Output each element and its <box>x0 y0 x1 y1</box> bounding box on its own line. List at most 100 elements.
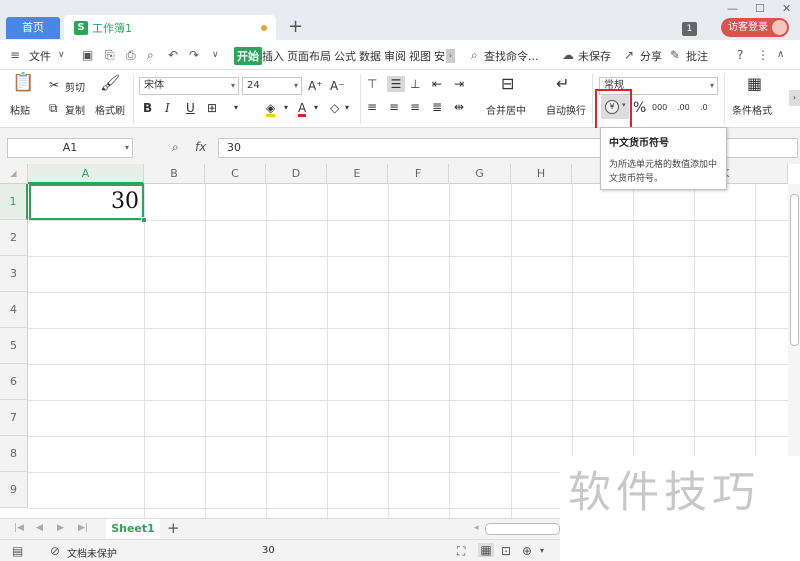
merge-center-button[interactable]: 合并居中 <box>486 102 526 117</box>
tab-data[interactable]: 数据 <box>359 48 381 64</box>
distribute-icon[interactable]: ⇹ <box>454 99 464 115</box>
align-top-icon[interactable]: ⊤ <box>367 76 377 92</box>
unsaved-status[interactable]: 未保存 <box>578 48 611 64</box>
chevron-down-icon[interactable]: ▾ <box>345 100 349 116</box>
paste-icon[interactable]: 📋 <box>12 74 34 97</box>
chevron-down-icon[interactable]: ▾ <box>314 100 318 116</box>
maximize-icon[interactable]: ☐ <box>755 2 765 15</box>
chevron-down-icon[interactable]: ∨ <box>58 48 65 62</box>
chevron-down-icon[interactable]: ▾ <box>234 100 238 116</box>
tab-page-layout[interactable]: 页面布局 <box>287 48 331 64</box>
conditional-format-button[interactable]: 条件格式 <box>732 102 772 117</box>
select-all-corner[interactable]: ◢ <box>0 164 28 184</box>
align-right-icon[interactable]: ≡ <box>410 99 420 115</box>
help-icon[interactable]: ? <box>737 48 743 62</box>
hamburger-menu-icon[interactable]: ≡ <box>10 48 20 62</box>
merge-center-icon[interactable]: ⊟ <box>501 76 514 92</box>
last-sheet-icon[interactable]: ▶| <box>78 523 88 533</box>
tab-review[interactable]: 审阅 <box>384 48 406 64</box>
name-box[interactable]: A1 ▾ <box>7 138 133 158</box>
wrap-text-button[interactable]: 自动换行 <box>546 102 586 117</box>
font-name-select[interactable]: 宋体 ▾ <box>139 77 239 95</box>
prev-sheet-icon[interactable]: ◀ <box>36 523 43 533</box>
tab-start[interactable]: 开始 <box>234 47 262 65</box>
print-preview-icon[interactable]: ⌕ <box>147 48 154 62</box>
first-sheet-icon[interactable]: |◀ <box>14 523 24 533</box>
horizontal-scrollbar[interactable] <box>485 523 560 535</box>
clear-format-icon[interactable]: ◇ <box>330 100 339 116</box>
print-icon[interactable]: ⎙ <box>126 48 136 62</box>
row-header[interactable]: 1 <box>0 184 28 220</box>
undo-icon[interactable]: ↶ <box>168 48 178 62</box>
tab-workbook[interactable]: S 工作簿1 <box>64 15 276 40</box>
function-button[interactable]: fx <box>195 140 206 154</box>
sheet-manager-icon[interactable]: ▤ <box>12 544 23 558</box>
new-tab-button[interactable]: + <box>288 16 303 37</box>
menu-file[interactable]: 文件 <box>29 48 51 64</box>
chevron-down-icon[interactable]: ▾ <box>540 544 544 558</box>
italic-icon[interactable]: I <box>165 100 170 116</box>
thousands-separator-button[interactable]: 000 <box>652 100 667 116</box>
column-header[interactable]: C <box>205 164 266 184</box>
close-icon[interactable]: ✕ <box>782 2 791 15</box>
underline-icon[interactable]: U <box>186 100 195 116</box>
tab-home[interactable]: 首页 <box>6 17 60 39</box>
more-options-icon[interactable]: ⋮ <box>757 48 769 62</box>
redo-icon[interactable]: ↷ <box>189 48 199 62</box>
fill-color-icon[interactable]: ◈ <box>266 100 276 117</box>
scroll-left-icon[interactable]: ◂ <box>474 523 479 533</box>
tab-insert[interactable]: 插入 <box>262 48 284 64</box>
align-left-icon[interactable]: ≡ <box>367 99 377 115</box>
copy-icon[interactable]: ⧉ <box>49 100 58 116</box>
indent-increase-icon[interactable]: ⇥ <box>454 76 464 92</box>
align-middle-icon[interactable]: ☰ <box>387 76 405 92</box>
reading-mode-icon[interactable]: ⊕ <box>522 544 532 558</box>
align-center-icon[interactable]: ≡ <box>389 99 399 115</box>
column-header[interactable]: D <box>266 164 327 184</box>
column-header[interactable]: H <box>511 164 572 184</box>
ribbon-scroll-right-icon[interactable]: › <box>789 90 800 106</box>
column-header[interactable]: E <box>327 164 388 184</box>
row-header[interactable]: 8 <box>0 436 28 472</box>
conditional-format-icon[interactable]: ▦ <box>747 76 762 92</box>
minimize-icon[interactable]: — <box>727 2 738 15</box>
row-header[interactable]: 4 <box>0 292 28 328</box>
column-header[interactable]: A <box>28 164 144 184</box>
tab-formula[interactable]: 公式 <box>334 48 356 64</box>
format-painter-button[interactable]: 格式刷 <box>95 102 125 117</box>
percent-button[interactable]: % <box>633 100 646 116</box>
font-size-select[interactable]: 24 ▾ <box>242 77 302 95</box>
copy-button[interactable]: 复制 <box>65 102 85 117</box>
export-icon[interactable]: ⎘ <box>105 48 115 62</box>
align-bottom-icon[interactable]: ⊥ <box>410 76 420 92</box>
fullscreen-icon[interactable]: ⛶ <box>457 544 465 558</box>
visitor-login-button[interactable]: 访客登录 <box>721 18 789 37</box>
decrease-font-icon[interactable]: A⁻ <box>330 78 345 94</box>
row-header[interactable]: 3 <box>0 256 28 292</box>
window-count-badge[interactable]: 1 <box>682 22 697 36</box>
format-painter-icon[interactable]: 🖌 <box>100 75 120 91</box>
chevron-down-icon[interactable]: ▾ <box>284 100 288 116</box>
scrollbar-thumb[interactable] <box>790 194 799 346</box>
wrap-text-icon[interactable]: ↵ <box>556 76 569 92</box>
row-header[interactable]: 9 <box>0 472 28 508</box>
tab-security[interactable]: 安 <box>434 48 445 64</box>
scissors-icon[interactable]: ✂ <box>49 77 59 93</box>
bold-icon[interactable]: B <box>143 100 152 116</box>
column-header[interactable]: B <box>144 164 205 184</box>
row-header[interactable]: 6 <box>0 364 28 400</box>
indent-decrease-icon[interactable]: ⇤ <box>432 76 442 92</box>
page-break-view-icon[interactable]: ⊡ <box>501 544 511 558</box>
protection-status[interactable]: 文档未保护 <box>67 545 117 560</box>
zoom-search-icon[interactable]: ⌕ <box>172 140 179 155</box>
comment-button[interactable]: 批注 <box>686 48 708 64</box>
increase-decimal-button[interactable]: .00 <box>677 100 690 116</box>
add-sheet-button[interactable]: + <box>167 519 180 537</box>
border-icon[interactable]: ⊞ <box>207 100 217 116</box>
decrease-decimal-button[interactable]: .0 <box>700 100 708 116</box>
normal-view-icon[interactable]: ▦ <box>478 543 494 557</box>
increase-font-icon[interactable]: A⁺ <box>308 78 323 94</box>
next-sheet-icon[interactable]: ▶ <box>57 523 64 533</box>
paste-button[interactable]: 粘贴 <box>10 102 30 117</box>
justify-icon[interactable]: ≣ <box>432 99 442 115</box>
